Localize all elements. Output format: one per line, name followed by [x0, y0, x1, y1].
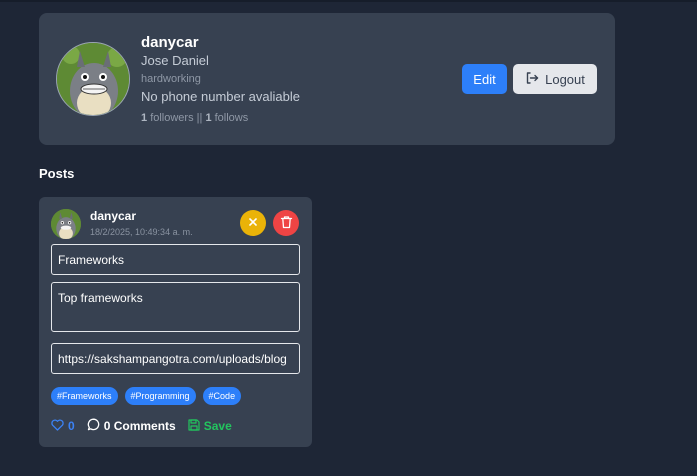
save-label: Save: [203, 419, 232, 433]
save-button[interactable]: Save: [188, 418, 232, 434]
top-border: [0, 0, 697, 2]
post-url-input[interactable]: [51, 343, 300, 374]
post-author-username: danycar: [90, 209, 137, 223]
cancel-edit-button[interactable]: [240, 210, 266, 236]
close-icon: [247, 216, 259, 231]
profile-phone: No phone number avaliable: [141, 89, 300, 104]
trash-icon: [280, 215, 293, 232]
logout-icon: [525, 71, 539, 88]
floppy-disk-icon: [188, 418, 200, 434]
comments-button[interactable]: 0 Comments: [87, 418, 176, 434]
follows-label: follows: [214, 112, 249, 124]
post-author-avatar: [51, 209, 81, 239]
profile-username: danycar: [141, 34, 199, 51]
tag-chip[interactable]: #Programming: [124, 387, 196, 405]
profile-card: danycar Jose Daniel hardworking No phone…: [39, 13, 615, 145]
comment-icon: [87, 418, 100, 434]
post-actions: 0 0 Comments Save: [51, 418, 232, 434]
tag-chip[interactable]: #Frameworks: [51, 387, 118, 405]
like-count: 0: [68, 419, 75, 433]
comments-label: 0 Comments: [103, 419, 176, 433]
followers-count: 1: [141, 112, 148, 124]
post-timestamp: 18/2/2025, 10:49:34 a. m.: [90, 227, 193, 237]
edit-profile-button[interactable]: Edit: [462, 64, 507, 94]
profile-avatar: [56, 42, 130, 116]
posts-section-title: Posts: [39, 166, 75, 181]
like-button[interactable]: 0: [51, 418, 75, 434]
follows-count: 1: [205, 112, 212, 124]
post-card: danycar 18/2/2025, 10:49:34 a. m. Top fr…: [39, 197, 312, 447]
heart-icon: [51, 418, 64, 434]
post-title-input[interactable]: [51, 244, 300, 275]
follow-separator: ||: [196, 112, 203, 124]
logout-label: Logout: [545, 71, 585, 87]
profile-full-name: Jose Daniel: [141, 53, 209, 68]
follow-stats: 1 followers || 1 follows: [141, 112, 248, 124]
profile-bio: hardworking: [141, 73, 201, 85]
followers-label: followers: [150, 112, 194, 124]
post-description-textarea[interactable]: Top frameworks: [51, 282, 300, 332]
logout-button[interactable]: Logout: [513, 64, 597, 94]
tag-chip[interactable]: #Code: [202, 387, 242, 405]
tag-list: #Frameworks #Programming #Code: [51, 387, 242, 405]
delete-post-button[interactable]: [273, 210, 299, 236]
